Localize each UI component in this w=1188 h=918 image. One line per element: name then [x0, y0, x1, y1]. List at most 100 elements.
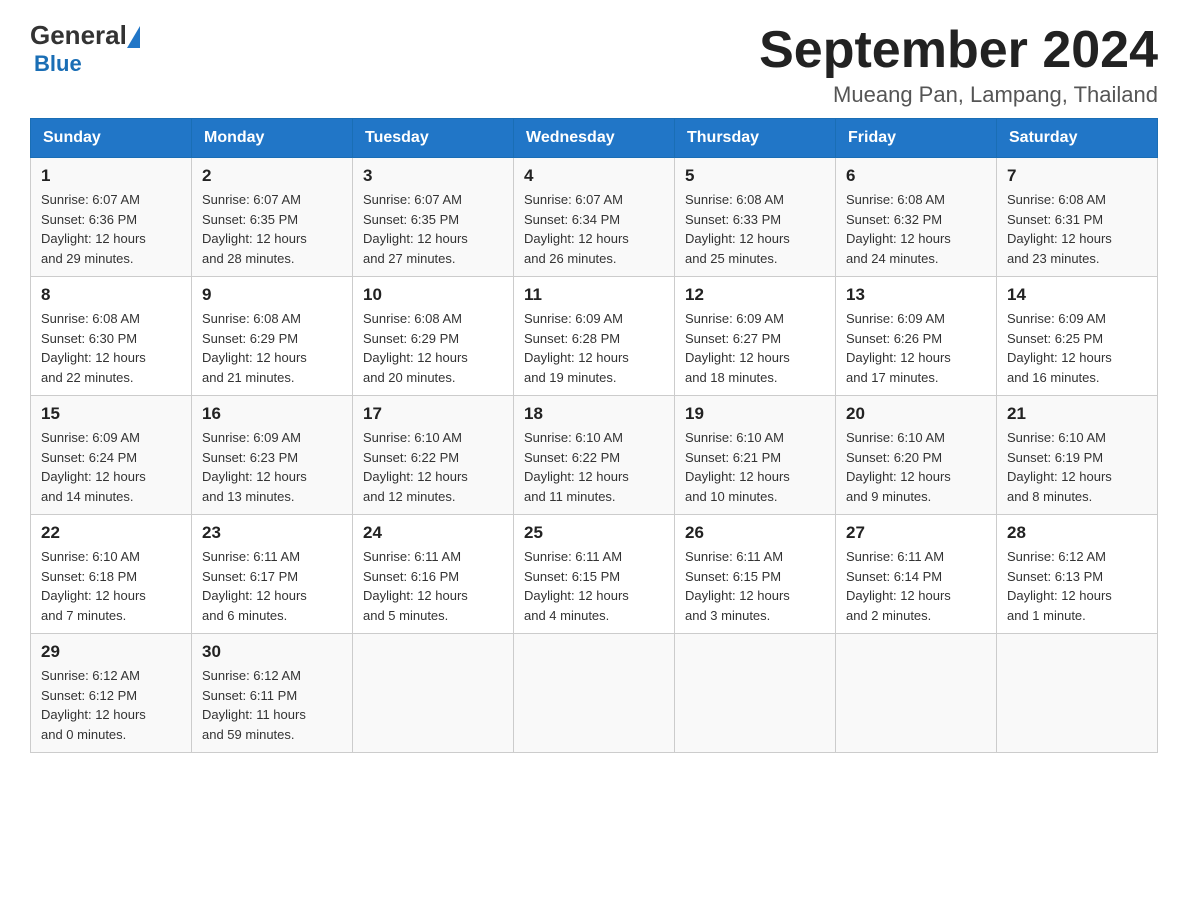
- calendar-cell: 30 Sunrise: 6:12 AMSunset: 6:11 PMDayligh…: [192, 634, 353, 753]
- day-number: 19: [685, 404, 825, 424]
- calendar-cell: [353, 634, 514, 753]
- day-number: 25: [524, 523, 664, 543]
- calendar-cell: 16 Sunrise: 6:09 AMSunset: 6:23 PMDayligh…: [192, 396, 353, 515]
- day-info: Sunrise: 6:08 AMSunset: 6:29 PMDaylight:…: [202, 309, 342, 387]
- calendar-week-row: 1 Sunrise: 6:07 AMSunset: 6:36 PMDaylight…: [31, 158, 1158, 277]
- column-header-friday: Friday: [836, 119, 997, 158]
- day-number: 10: [363, 285, 503, 305]
- day-number: 9: [202, 285, 342, 305]
- logo-arrow-icon: [127, 26, 140, 46]
- day-info: Sunrise: 6:09 AMSunset: 6:27 PMDaylight:…: [685, 309, 825, 387]
- day-info: Sunrise: 6:12 AMSunset: 6:11 PMDaylight:…: [202, 666, 342, 744]
- day-info: Sunrise: 6:08 AMSunset: 6:32 PMDaylight:…: [846, 190, 986, 268]
- day-number: 18: [524, 404, 664, 424]
- day-info: Sunrise: 6:10 AMSunset: 6:20 PMDaylight:…: [846, 428, 986, 506]
- day-info: Sunrise: 6:11 AMSunset: 6:14 PMDaylight:…: [846, 547, 986, 625]
- logo-blue-text: Blue: [34, 51, 82, 76]
- day-info: Sunrise: 6:07 AMSunset: 6:35 PMDaylight:…: [363, 190, 503, 268]
- day-number: 8: [41, 285, 181, 305]
- calendar-cell: 2 Sunrise: 6:07 AMSunset: 6:35 PMDaylight…: [192, 158, 353, 277]
- calendar-cell: 10 Sunrise: 6:08 AMSunset: 6:29 PMDayligh…: [353, 277, 514, 396]
- calendar-cell: 3 Sunrise: 6:07 AMSunset: 6:35 PMDaylight…: [353, 158, 514, 277]
- calendar-cell: [675, 634, 836, 753]
- logo-general-text: General: [30, 20, 127, 51]
- calendar-cell: 11 Sunrise: 6:09 AMSunset: 6:28 PMDayligh…: [514, 277, 675, 396]
- day-number: 30: [202, 642, 342, 662]
- calendar-cell: 12Sunrise: 6:09 AMSunset: 6:27 PMDayligh…: [675, 277, 836, 396]
- day-info: Sunrise: 6:09 AMSunset: 6:25 PMDaylight:…: [1007, 309, 1147, 387]
- day-number: 4: [524, 166, 664, 186]
- day-info: Sunrise: 6:07 AMSunset: 6:35 PMDaylight:…: [202, 190, 342, 268]
- calendar-cell: 5Sunrise: 6:08 AMSunset: 6:33 PMDaylight…: [675, 158, 836, 277]
- calendar-cell: 18 Sunrise: 6:10 AMSunset: 6:22 PMDayligh…: [514, 396, 675, 515]
- day-number: 7: [1007, 166, 1147, 186]
- calendar-cell: 17 Sunrise: 6:10 AMSunset: 6:22 PMDayligh…: [353, 396, 514, 515]
- day-info: Sunrise: 6:09 AMSunset: 6:28 PMDaylight:…: [524, 309, 664, 387]
- calendar-cell: 13 Sunrise: 6:09 AMSunset: 6:26 PMDayligh…: [836, 277, 997, 396]
- calendar-cell: 19Sunrise: 6:10 AMSunset: 6:21 PMDayligh…: [675, 396, 836, 515]
- calendar-week-row: 15 Sunrise: 6:09 AMSunset: 6:24 PMDayligh…: [31, 396, 1158, 515]
- day-info: Sunrise: 6:10 AMSunset: 6:19 PMDaylight:…: [1007, 428, 1147, 506]
- calendar-cell: 7Sunrise: 6:08 AMSunset: 6:31 PMDaylight…: [997, 158, 1158, 277]
- calendar-table: SundayMondayTuesdayWednesdayThursdayFrid…: [30, 118, 1158, 753]
- day-info: Sunrise: 6:08 AMSunset: 6:29 PMDaylight:…: [363, 309, 503, 387]
- calendar-cell: [997, 634, 1158, 753]
- column-header-thursday: Thursday: [675, 119, 836, 158]
- day-info: Sunrise: 6:09 AMSunset: 6:26 PMDaylight:…: [846, 309, 986, 387]
- calendar-cell: 1 Sunrise: 6:07 AMSunset: 6:36 PMDaylight…: [31, 158, 192, 277]
- day-number: 3: [363, 166, 503, 186]
- day-info: Sunrise: 6:09 AMSunset: 6:23 PMDaylight:…: [202, 428, 342, 506]
- day-number: 29: [41, 642, 181, 662]
- calendar-cell: 25 Sunrise: 6:11 AMSunset: 6:15 PMDayligh…: [514, 515, 675, 634]
- calendar-cell: 29 Sunrise: 6:12 AMSunset: 6:12 PMDayligh…: [31, 634, 192, 753]
- column-header-tuesday: Tuesday: [353, 119, 514, 158]
- day-info: Sunrise: 6:10 AMSunset: 6:22 PMDaylight:…: [363, 428, 503, 506]
- column-header-saturday: Saturday: [997, 119, 1158, 158]
- day-number: 24: [363, 523, 503, 543]
- day-number: 28: [1007, 523, 1147, 543]
- calendar-cell: 26Sunrise: 6:11 AMSunset: 6:15 PMDayligh…: [675, 515, 836, 634]
- day-info: Sunrise: 6:10 AMSunset: 6:22 PMDaylight:…: [524, 428, 664, 506]
- day-info: Sunrise: 6:08 AMSunset: 6:33 PMDaylight:…: [685, 190, 825, 268]
- day-info: Sunrise: 6:12 AMSunset: 6:13 PMDaylight:…: [1007, 547, 1147, 625]
- day-number: 17: [363, 404, 503, 424]
- calendar-cell: 23Sunrise: 6:11 AMSunset: 6:17 PMDayligh…: [192, 515, 353, 634]
- day-number: 11: [524, 285, 664, 305]
- day-number: 23: [202, 523, 342, 543]
- day-number: 6: [846, 166, 986, 186]
- logo-area: General Blue: [30, 20, 140, 77]
- day-number: 14: [1007, 285, 1147, 305]
- day-number: 16: [202, 404, 342, 424]
- calendar-cell: 9 Sunrise: 6:08 AMSunset: 6:29 PMDaylight…: [192, 277, 353, 396]
- calendar-week-row: 22Sunrise: 6:10 AMSunset: 6:18 PMDayligh…: [31, 515, 1158, 634]
- calendar-cell: 24Sunrise: 6:11 AMSunset: 6:16 PMDayligh…: [353, 515, 514, 634]
- month-title: September 2024: [759, 20, 1158, 80]
- day-info: Sunrise: 6:09 AMSunset: 6:24 PMDaylight:…: [41, 428, 181, 506]
- day-info: Sunrise: 6:11 AMSunset: 6:15 PMDaylight:…: [524, 547, 664, 625]
- calendar-cell: 22Sunrise: 6:10 AMSunset: 6:18 PMDayligh…: [31, 515, 192, 634]
- day-info: Sunrise: 6:12 AMSunset: 6:12 PMDaylight:…: [41, 666, 181, 744]
- logo-chevron-icon: [127, 26, 140, 48]
- day-info: Sunrise: 6:11 AMSunset: 6:15 PMDaylight:…: [685, 547, 825, 625]
- day-number: 1: [41, 166, 181, 186]
- day-number: 27: [846, 523, 986, 543]
- calendar-cell: 27 Sunrise: 6:11 AMSunset: 6:14 PMDayligh…: [836, 515, 997, 634]
- day-info: Sunrise: 6:08 AMSunset: 6:30 PMDaylight:…: [41, 309, 181, 387]
- calendar-cell: 6 Sunrise: 6:08 AMSunset: 6:32 PMDaylight…: [836, 158, 997, 277]
- calendar-week-row: 29 Sunrise: 6:12 AMSunset: 6:12 PMDayligh…: [31, 634, 1158, 753]
- calendar-cell: 14 Sunrise: 6:09 AMSunset: 6:25 PMDayligh…: [997, 277, 1158, 396]
- calendar-cell: 28 Sunrise: 6:12 AMSunset: 6:13 PMDayligh…: [997, 515, 1158, 634]
- column-header-wednesday: Wednesday: [514, 119, 675, 158]
- calendar-cell: [514, 634, 675, 753]
- day-info: Sunrise: 6:07 AMSunset: 6:36 PMDaylight:…: [41, 190, 181, 268]
- title-area: September 2024 Mueang Pan, Lampang, Thai…: [759, 20, 1158, 108]
- calendar-cell: 21Sunrise: 6:10 AMSunset: 6:19 PMDayligh…: [997, 396, 1158, 515]
- day-info: Sunrise: 6:07 AMSunset: 6:34 PMDaylight:…: [524, 190, 664, 268]
- day-number: 2: [202, 166, 342, 186]
- day-number: 15: [41, 404, 181, 424]
- calendar-cell: 20 Sunrise: 6:10 AMSunset: 6:20 PMDayligh…: [836, 396, 997, 515]
- calendar-week-row: 8 Sunrise: 6:08 AMSunset: 6:30 PMDaylight…: [31, 277, 1158, 396]
- day-number: 20: [846, 404, 986, 424]
- calendar-cell: 4 Sunrise: 6:07 AMSunset: 6:34 PMDaylight…: [514, 158, 675, 277]
- day-number: 13: [846, 285, 986, 305]
